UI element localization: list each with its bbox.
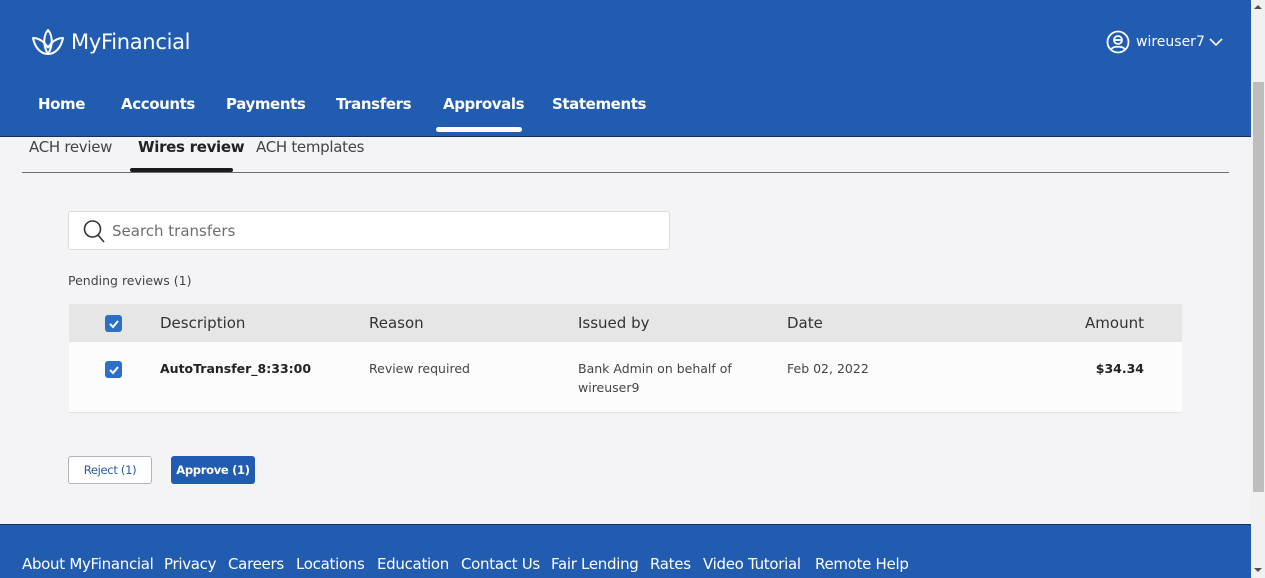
nav-accounts[interactable]: Accounts bbox=[121, 95, 195, 113]
chevron-down-icon bbox=[1209, 38, 1223, 47]
lotus-logo-icon bbox=[32, 29, 64, 55]
username: wireuser7 bbox=[1136, 34, 1205, 50]
footer-link-rates[interactable]: Rates bbox=[650, 555, 691, 573]
footer-link-careers[interactable]: Careers bbox=[228, 555, 284, 573]
row-date: Feb 02, 2022 bbox=[787, 361, 869, 376]
nav-home[interactable]: Home bbox=[38, 95, 85, 113]
footer-link-video-tutorial[interactable]: Video Tutorial bbox=[703, 555, 801, 573]
search-input[interactable] bbox=[112, 221, 652, 240]
tab-ach-review[interactable]: ACH review bbox=[29, 138, 112, 156]
tab-active-indicator bbox=[130, 168, 233, 172]
approve-button[interactable]: Approve (1) bbox=[171, 456, 255, 484]
issued-by-line1: Bank Admin on behalf of bbox=[578, 361, 732, 376]
scroll-down-arrow-icon[interactable] bbox=[1254, 568, 1262, 572]
column-issued-by[interactable]: Issued by bbox=[578, 314, 649, 332]
search-box bbox=[68, 211, 670, 250]
nav-transfers[interactable]: Transfers bbox=[336, 95, 412, 113]
nav-statements[interactable]: Statements bbox=[552, 95, 646, 113]
nav-approvals[interactable]: Approvals bbox=[443, 95, 525, 113]
footer-link-remote-help[interactable]: Remote Help bbox=[815, 555, 909, 573]
select-all-checkbox[interactable] bbox=[105, 315, 122, 332]
user-menu[interactable]: wireuser7 bbox=[1106, 30, 1223, 54]
footer-link-education[interactable]: Education bbox=[377, 555, 449, 573]
table-header: Description Reason Issued by Date Amount bbox=[69, 304, 1182, 342]
site-header: MyFinancial wireuser7 Home Accounts Paym… bbox=[0, 0, 1251, 137]
user-avatar-icon bbox=[1106, 30, 1130, 54]
row-issued-by: Bank Admin on behalf of wireuser9 bbox=[578, 359, 732, 397]
column-description[interactable]: Description bbox=[160, 314, 245, 332]
table-row[interactable]: AutoTransfer_8:33:00 Review required Ban… bbox=[69, 342, 1182, 413]
row-description: AutoTransfer_8:33:00 bbox=[160, 361, 312, 376]
subtabs: ACH review Wires review ACH templates bbox=[22, 137, 1229, 173]
checkmark-icon bbox=[108, 365, 119, 374]
row-checkbox[interactable] bbox=[105, 361, 122, 378]
column-amount[interactable]: Amount bbox=[1085, 314, 1144, 332]
reject-button[interactable]: Reject (1) bbox=[68, 456, 152, 484]
search-icon bbox=[83, 219, 105, 243]
brand-name: MyFinancial bbox=[71, 30, 191, 54]
issued-by-line2: wireuser9 bbox=[578, 380, 640, 395]
row-reason: Review required bbox=[369, 361, 470, 376]
pending-reviews-count: Pending reviews (1) bbox=[68, 273, 192, 288]
nav-active-indicator bbox=[436, 127, 522, 132]
wires-review-table: Description Reason Issued by Date Amount… bbox=[69, 304, 1182, 413]
scroll-up-arrow-icon[interactable] bbox=[1254, 5, 1262, 9]
scrollbar-thumb[interactable] bbox=[1253, 82, 1264, 492]
column-reason[interactable]: Reason bbox=[369, 314, 424, 332]
footer-link-privacy[interactable]: Privacy bbox=[164, 555, 217, 573]
page-scrollbar[interactable] bbox=[1251, 0, 1265, 578]
row-amount: $34.34 bbox=[1095, 361, 1144, 376]
checkmark-icon bbox=[108, 319, 119, 328]
nav-payments[interactable]: Payments bbox=[226, 95, 306, 113]
tab-wires-review[interactable]: Wires review bbox=[138, 138, 245, 156]
footer-link-contact[interactable]: Contact Us bbox=[461, 555, 540, 573]
tab-ach-templates[interactable]: ACH templates bbox=[256, 138, 364, 156]
site-footer: About MyFinancial Privacy Careers Locati… bbox=[0, 524, 1251, 578]
column-date[interactable]: Date bbox=[787, 314, 823, 332]
footer-link-locations[interactable]: Locations bbox=[296, 555, 365, 573]
footer-link-about[interactable]: About MyFinancial bbox=[22, 555, 154, 573]
brand-logo[interactable]: MyFinancial bbox=[29, 26, 191, 58]
footer-link-fair-lending[interactable]: Fair Lending bbox=[551, 555, 639, 573]
